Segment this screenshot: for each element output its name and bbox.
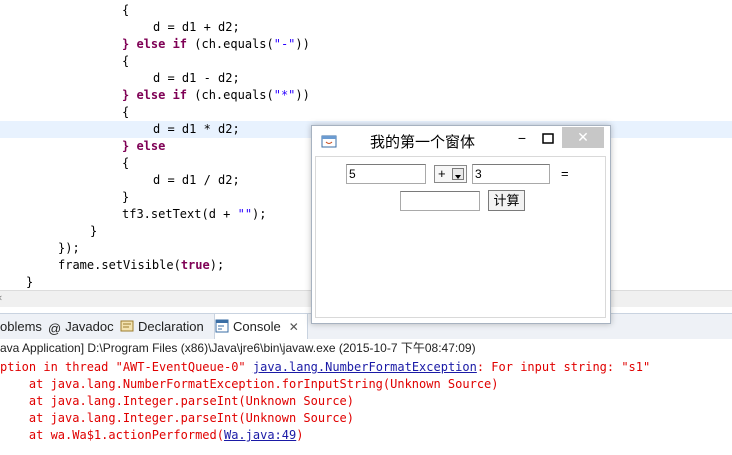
console-line: at java.lang.Integer.parseInt(Unknown So… bbox=[0, 394, 355, 408]
source-link[interactable]: Wa.java:49 bbox=[224, 428, 296, 442]
window-title: 我的第一个窗体 bbox=[370, 134, 476, 151]
console-icon bbox=[215, 319, 229, 333]
code-line: }); bbox=[58, 241, 80, 255]
at-icon: @ bbox=[48, 321, 62, 336]
tab-problems[interactable]: oblems bbox=[0, 314, 42, 339]
exception-link[interactable]: java.lang.NumberFormatException bbox=[253, 360, 477, 374]
code-line: { bbox=[122, 3, 130, 17]
operator-select[interactable]: + bbox=[434, 165, 467, 183]
code-line: } else if (ch.equals("*")) bbox=[122, 88, 310, 102]
console-line: at wa.Wa$1.actionPerformed(Wa.java:49) bbox=[0, 428, 304, 442]
window-titlebar[interactable]: 我的第一个窗体 − ✕ bbox=[312, 126, 610, 155]
close-icon[interactable]: ✕ bbox=[289, 320, 299, 334]
console-launch-info: ava Application] D:\Program Files (x86)\… bbox=[0, 339, 732, 357]
code-line: } else bbox=[122, 139, 166, 153]
operand2-field[interactable]: 3 bbox=[472, 164, 550, 184]
tab-declaration[interactable]: Declaration bbox=[120, 314, 204, 339]
close-button[interactable]: ✕ bbox=[562, 127, 604, 148]
maximize-icon[interactable] bbox=[538, 130, 558, 148]
java-app-icon bbox=[321, 135, 337, 148]
console-line: at java.lang.NumberFormatException.forIn… bbox=[0, 377, 499, 391]
code-line: { bbox=[122, 54, 130, 68]
code-line: { bbox=[122, 156, 130, 170]
code-line: } bbox=[122, 190, 130, 204]
scroll-left-icon[interactable]: ‹ bbox=[0, 291, 2, 304]
tab-console[interactable]: Console ✕ bbox=[214, 314, 308, 339]
code-line: } bbox=[26, 275, 34, 289]
swing-window: 我的第一个窗体 − ✕ 5 + 3 = 计算 bbox=[311, 125, 611, 324]
tab-javadoc[interactable]: @ Javadoc bbox=[48, 314, 114, 339]
code-line: d = d1 - d2; bbox=[153, 71, 240, 85]
code-line: frame.setVisible(true); bbox=[58, 258, 225, 272]
calculate-button[interactable]: 计算 bbox=[488, 190, 525, 211]
result-field[interactable] bbox=[400, 191, 480, 211]
code-line: d = d1 / d2; bbox=[153, 173, 240, 187]
console-output[interactable]: ption in thread "AWT-EventQueue-0" java.… bbox=[0, 357, 732, 455]
code-line: } bbox=[90, 224, 98, 238]
window-content: 5 + 3 = 计算 bbox=[315, 156, 606, 318]
operand1-field[interactable]: 5 bbox=[346, 164, 426, 184]
declaration-icon bbox=[120, 320, 134, 332]
code-line: d = d1 + d2; bbox=[153, 20, 240, 34]
code-line: } else if (ch.equals("-")) bbox=[122, 37, 310, 51]
minimize-button[interactable]: − bbox=[512, 130, 532, 148]
code-line: tf3.setText(d + ""); bbox=[122, 207, 267, 221]
equals-label: = bbox=[561, 166, 569, 181]
operator-value: + bbox=[438, 166, 446, 181]
console-line: ption in thread "AWT-EventQueue-0" java.… bbox=[0, 360, 651, 374]
console-line: at java.lang.Integer.parseInt(Unknown So… bbox=[0, 411, 355, 425]
dropdown-arrow-icon[interactable] bbox=[452, 168, 464, 180]
code-line: { bbox=[122, 105, 130, 119]
